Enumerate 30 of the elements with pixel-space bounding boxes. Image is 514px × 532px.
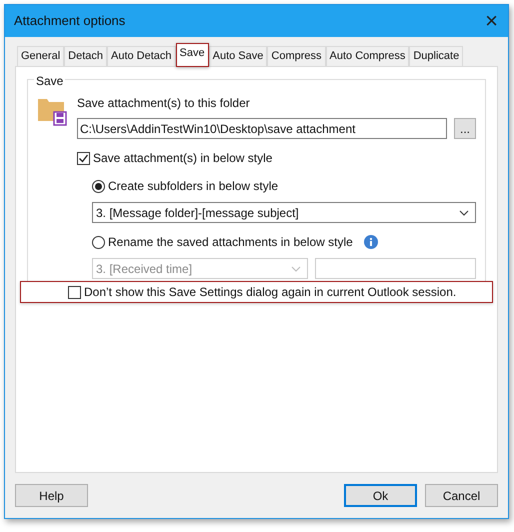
close-button[interactable]: × bbox=[485, 10, 498, 32]
browse-button[interactable]: ... bbox=[454, 118, 476, 139]
tab[interactable]: Save bbox=[176, 43, 209, 67]
radio-label[interactable]: Create subfolders in below style bbox=[108, 177, 278, 195]
tab[interactable]: Compress bbox=[267, 46, 326, 66]
radio-button[interactable] bbox=[92, 236, 105, 248]
folder-path-field[interactable]: C:\Users\AddinTestWin10\Desktop\save attachment bbox=[77, 118, 447, 139]
caret-icon bbox=[459, 210, 469, 216]
text-field[interactable] bbox=[315, 258, 476, 279]
tab[interactable]: Duplicate bbox=[409, 46, 464, 66]
tab[interactable]: General bbox=[17, 46, 64, 66]
radio-button[interactable] bbox=[92, 180, 105, 192]
dialog-button[interactable]: Ok bbox=[344, 484, 417, 507]
dialog-button[interactable]: Help bbox=[15, 484, 88, 507]
tab[interactable]: Auto Detach bbox=[107, 46, 176, 66]
checkbox-label[interactable]: Don’t show this Save Settings dialog again in current Outlook session. bbox=[84, 283, 456, 301]
checkbox-label[interactable]: Save attachment(s) in below style bbox=[93, 149, 272, 167]
tab[interactable]: Auto Compress bbox=[326, 46, 410, 66]
info-icon bbox=[364, 235, 378, 249]
window-title: Attachment options bbox=[14, 12, 126, 30]
tab[interactable]: Detach bbox=[64, 46, 107, 66]
caret-icon bbox=[291, 266, 301, 272]
dialog-button[interactable]: Cancel bbox=[425, 484, 498, 507]
folder-label: Save attachment(s) to this folder bbox=[77, 95, 251, 112]
checkbox[interactable] bbox=[68, 286, 81, 298]
radio-label[interactable]: Rename the saved attachments in below style bbox=[108, 233, 353, 251]
folder-icon bbox=[37, 96, 67, 126]
tab[interactable]: Auto Save bbox=[208, 46, 268, 66]
checkbox[interactable] bbox=[77, 152, 90, 164]
style-dropdown[interactable]: 3. [Message folder]-[message subject] bbox=[92, 202, 476, 223]
